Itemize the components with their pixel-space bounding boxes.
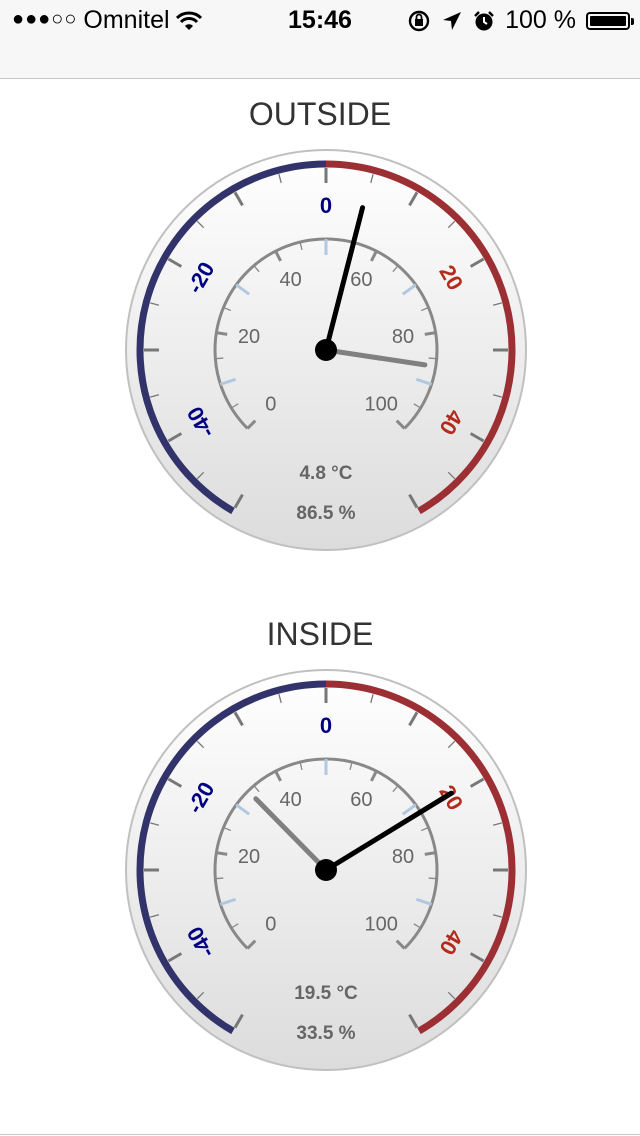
humidity-tick	[216, 851, 228, 856]
humidity-readout: 33.5 %	[296, 1023, 355, 1044]
needle-hub	[315, 859, 337, 881]
humidity-tick-label: 60	[350, 789, 372, 811]
humidity-tick-label: 20	[238, 846, 260, 868]
gauge-inside: -40-200204002040 608010019.5 °C33.5 %	[125, 669, 527, 1071]
humidity-tick-label: 100	[364, 393, 397, 415]
needle-hub	[315, 339, 337, 361]
humidity-tick-label: 0	[265, 393, 276, 415]
humidity-readout: 86.5 %	[296, 503, 355, 524]
battery-icon	[586, 11, 634, 30]
humidity-tick-label: 80	[392, 846, 414, 868]
humidity-tick	[424, 331, 436, 336]
location-arrow-icon	[443, 11, 462, 30]
temperature-tick-label: 0	[320, 713, 332, 738]
bottom-divider	[0, 1134, 640, 1135]
alarm-clock-icon	[474, 10, 494, 30]
gauge-outside: -40-200204002040 60801004.8 °C86.5 %	[125, 149, 527, 551]
status-right: 100 %	[407, 6, 634, 35]
humidity-tick	[424, 851, 436, 856]
humidity-tick-label: 40	[279, 789, 301, 811]
humidity-tick	[216, 331, 228, 336]
humidity-tick	[215, 357, 224, 360]
orientation-lock-icon	[408, 10, 430, 31]
humidity-tick	[215, 877, 224, 880]
temperature-tick-label: 0	[320, 193, 332, 218]
gauge-title: OUTSIDE	[248, 96, 392, 132]
humidity-tick-label: 20	[238, 326, 260, 348]
humidity-tick-label: 80	[392, 326, 414, 348]
battery-percentage: 100 %	[505, 6, 576, 34]
temperature-readout: 19.5 °C	[294, 983, 358, 1004]
temperature-readout: 4.8 °C	[299, 463, 352, 484]
humidity-tick-label: 40	[279, 269, 301, 291]
humidity-tick	[428, 357, 437, 360]
humidity-tick-label: 100	[364, 913, 397, 935]
humidity-tick-label: 60	[350, 269, 372, 291]
humidity-tick-label: 0	[265, 913, 276, 935]
status-bar: ●●●○○ Omnitel 15:46 100 %	[0, 0, 640, 79]
humidity-tick	[428, 877, 437, 880]
gauge-title: INSIDE	[266, 616, 374, 652]
